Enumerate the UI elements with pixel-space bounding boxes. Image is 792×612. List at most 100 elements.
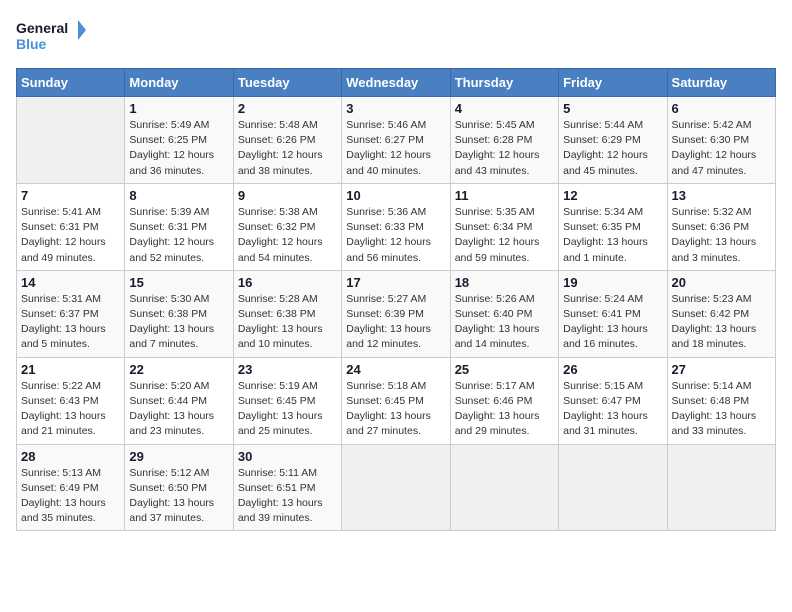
weekday-tuesday: Tuesday bbox=[233, 69, 341, 97]
day-cell: 17 Sunrise: 5:27 AM Sunset: 6:39 PM Dayli… bbox=[342, 270, 450, 357]
day-info: Sunrise: 5:20 AM Sunset: 6:44 PM Dayligh… bbox=[129, 379, 228, 440]
day-cell: 16 Sunrise: 5:28 AM Sunset: 6:38 PM Dayli… bbox=[233, 270, 341, 357]
day-cell: 1 Sunrise: 5:49 AM Sunset: 6:25 PM Daylig… bbox=[125, 97, 233, 184]
day-cell: 12 Sunrise: 5:34 AM Sunset: 6:35 PM Dayli… bbox=[559, 183, 667, 270]
day-cell: 20 Sunrise: 5:23 AM Sunset: 6:42 PM Dayli… bbox=[667, 270, 775, 357]
day-info: Sunrise: 5:46 AM Sunset: 6:27 PM Dayligh… bbox=[346, 118, 445, 179]
day-cell: 22Sunrise: 5:20 AM Sunset: 6:44 PM Dayli… bbox=[125, 357, 233, 444]
day-cell: 24Sunrise: 5:18 AM Sunset: 6:45 PM Dayli… bbox=[342, 357, 450, 444]
day-info: Sunrise: 5:27 AM Sunset: 6:39 PM Dayligh… bbox=[346, 292, 445, 353]
day-cell: 5 Sunrise: 5:44 AM Sunset: 6:29 PM Daylig… bbox=[559, 97, 667, 184]
weekday-friday: Friday bbox=[559, 69, 667, 97]
day-number: 19 bbox=[563, 275, 662, 290]
weekday-monday: Monday bbox=[125, 69, 233, 97]
day-number: 8 bbox=[129, 188, 228, 203]
day-info: Sunrise: 5:45 AM Sunset: 6:28 PM Dayligh… bbox=[455, 118, 554, 179]
week-row-2: 14 Sunrise: 5:31 AM Sunset: 6:37 PM Dayli… bbox=[17, 270, 776, 357]
day-number: 10 bbox=[346, 188, 445, 203]
logo-svg: General Blue bbox=[16, 16, 86, 56]
week-row-1: 7 Sunrise: 5:41 AM Sunset: 6:31 PM Daylig… bbox=[17, 183, 776, 270]
day-cell: 25Sunrise: 5:17 AM Sunset: 6:46 PM Dayli… bbox=[450, 357, 558, 444]
day-number: 20 bbox=[672, 275, 771, 290]
day-info: Sunrise: 5:38 AM Sunset: 6:32 PM Dayligh… bbox=[238, 205, 337, 266]
day-number: 26 bbox=[563, 362, 662, 377]
day-number: 6 bbox=[672, 101, 771, 116]
day-number: 3 bbox=[346, 101, 445, 116]
day-number: 9 bbox=[238, 188, 337, 203]
weekday-wednesday: Wednesday bbox=[342, 69, 450, 97]
day-cell: 6Sunrise: 5:42 AM Sunset: 6:30 PM Daylig… bbox=[667, 97, 775, 184]
day-number: 17 bbox=[346, 275, 445, 290]
day-info: Sunrise: 5:35 AM Sunset: 6:34 PM Dayligh… bbox=[455, 205, 554, 266]
day-cell: 8 Sunrise: 5:39 AM Sunset: 6:31 PM Daylig… bbox=[125, 183, 233, 270]
day-number: 13 bbox=[672, 188, 771, 203]
day-info: Sunrise: 5:48 AM Sunset: 6:26 PM Dayligh… bbox=[238, 118, 337, 179]
day-number: 5 bbox=[563, 101, 662, 116]
day-info: Sunrise: 5:19 AM Sunset: 6:45 PM Dayligh… bbox=[238, 379, 337, 440]
day-cell bbox=[342, 444, 450, 531]
day-cell: 29Sunrise: 5:12 AM Sunset: 6:50 PM Dayli… bbox=[125, 444, 233, 531]
day-info: Sunrise: 5:39 AM Sunset: 6:31 PM Dayligh… bbox=[129, 205, 228, 266]
day-info: Sunrise: 5:44 AM Sunset: 6:29 PM Dayligh… bbox=[563, 118, 662, 179]
day-number: 18 bbox=[455, 275, 554, 290]
day-cell: 9 Sunrise: 5:38 AM Sunset: 6:32 PM Daylig… bbox=[233, 183, 341, 270]
weekday-thursday: Thursday bbox=[450, 69, 558, 97]
day-number: 30 bbox=[238, 449, 337, 464]
day-info: Sunrise: 5:13 AM Sunset: 6:49 PM Dayligh… bbox=[21, 466, 120, 527]
day-number: 23 bbox=[238, 362, 337, 377]
day-cell: 30 Sunrise: 5:11 AM Sunset: 6:51 PM Dayli… bbox=[233, 444, 341, 531]
calendar-table: SundayMondayTuesdayWednesdayThursdayFrid… bbox=[16, 68, 776, 531]
day-info: Sunrise: 5:18 AM Sunset: 6:45 PM Dayligh… bbox=[346, 379, 445, 440]
day-cell: 18Sunrise: 5:26 AM Sunset: 6:40 PM Dayli… bbox=[450, 270, 558, 357]
week-row-3: 21 Sunrise: 5:22 AM Sunset: 6:43 PM Dayli… bbox=[17, 357, 776, 444]
day-cell bbox=[559, 444, 667, 531]
day-info: Sunrise: 5:22 AM Sunset: 6:43 PM Dayligh… bbox=[21, 379, 120, 440]
day-info: Sunrise: 5:34 AM Sunset: 6:35 PM Dayligh… bbox=[563, 205, 662, 266]
day-info: Sunrise: 5:32 AM Sunset: 6:36 PM Dayligh… bbox=[672, 205, 771, 266]
day-info: Sunrise: 5:30 AM Sunset: 6:38 PM Dayligh… bbox=[129, 292, 228, 353]
svg-text:General: General bbox=[16, 20, 68, 36]
week-row-0: 1 Sunrise: 5:49 AM Sunset: 6:25 PM Daylig… bbox=[17, 97, 776, 184]
day-number: 16 bbox=[238, 275, 337, 290]
day-cell: 7 Sunrise: 5:41 AM Sunset: 6:31 PM Daylig… bbox=[17, 183, 125, 270]
day-number: 2 bbox=[238, 101, 337, 116]
day-number: 4 bbox=[455, 101, 554, 116]
day-cell bbox=[450, 444, 558, 531]
page-header: General Blue bbox=[16, 16, 776, 56]
day-cell bbox=[667, 444, 775, 531]
day-number: 11 bbox=[455, 188, 554, 203]
day-cell: 3 Sunrise: 5:46 AM Sunset: 6:27 PM Daylig… bbox=[342, 97, 450, 184]
day-number: 7 bbox=[21, 188, 120, 203]
day-info: Sunrise: 5:49 AM Sunset: 6:25 PM Dayligh… bbox=[129, 118, 228, 179]
day-info: Sunrise: 5:11 AM Sunset: 6:51 PM Dayligh… bbox=[238, 466, 337, 527]
day-number: 25 bbox=[455, 362, 554, 377]
day-cell: 21 Sunrise: 5:22 AM Sunset: 6:43 PM Dayli… bbox=[17, 357, 125, 444]
day-number: 1 bbox=[129, 101, 228, 116]
day-number: 15 bbox=[129, 275, 228, 290]
day-info: Sunrise: 5:28 AM Sunset: 6:38 PM Dayligh… bbox=[238, 292, 337, 353]
day-cell: 4 Sunrise: 5:45 AM Sunset: 6:28 PM Daylig… bbox=[450, 97, 558, 184]
day-info: Sunrise: 5:24 AM Sunset: 6:41 PM Dayligh… bbox=[563, 292, 662, 353]
day-cell: 23 Sunrise: 5:19 AM Sunset: 6:45 PM Dayli… bbox=[233, 357, 341, 444]
day-info: Sunrise: 5:14 AM Sunset: 6:48 PM Dayligh… bbox=[672, 379, 771, 440]
day-cell: 27Sunrise: 5:14 AM Sunset: 6:48 PM Dayli… bbox=[667, 357, 775, 444]
day-info: Sunrise: 5:36 AM Sunset: 6:33 PM Dayligh… bbox=[346, 205, 445, 266]
day-number: 21 bbox=[21, 362, 120, 377]
weekday-saturday: Saturday bbox=[667, 69, 775, 97]
day-cell: 26 Sunrise: 5:15 AM Sunset: 6:47 PM Dayli… bbox=[559, 357, 667, 444]
day-number: 12 bbox=[563, 188, 662, 203]
day-info: Sunrise: 5:15 AM Sunset: 6:47 PM Dayligh… bbox=[563, 379, 662, 440]
logo: General Blue bbox=[16, 16, 86, 56]
day-cell: 28Sunrise: 5:13 AM Sunset: 6:49 PM Dayli… bbox=[17, 444, 125, 531]
day-number: 14 bbox=[21, 275, 120, 290]
day-info: Sunrise: 5:23 AM Sunset: 6:42 PM Dayligh… bbox=[672, 292, 771, 353]
weekday-sunday: Sunday bbox=[17, 69, 125, 97]
day-info: Sunrise: 5:12 AM Sunset: 6:50 PM Dayligh… bbox=[129, 466, 228, 527]
svg-text:Blue: Blue bbox=[16, 36, 47, 52]
weekday-header-row: SundayMondayTuesdayWednesdayThursdayFrid… bbox=[17, 69, 776, 97]
day-info: Sunrise: 5:41 AM Sunset: 6:31 PM Dayligh… bbox=[21, 205, 120, 266]
day-info: Sunrise: 5:31 AM Sunset: 6:37 PM Dayligh… bbox=[21, 292, 120, 353]
day-cell: 15 Sunrise: 5:30 AM Sunset: 6:38 PM Dayli… bbox=[125, 270, 233, 357]
day-cell: 11 Sunrise: 5:35 AM Sunset: 6:34 PM Dayli… bbox=[450, 183, 558, 270]
day-cell: 14 Sunrise: 5:31 AM Sunset: 6:37 PM Dayli… bbox=[17, 270, 125, 357]
